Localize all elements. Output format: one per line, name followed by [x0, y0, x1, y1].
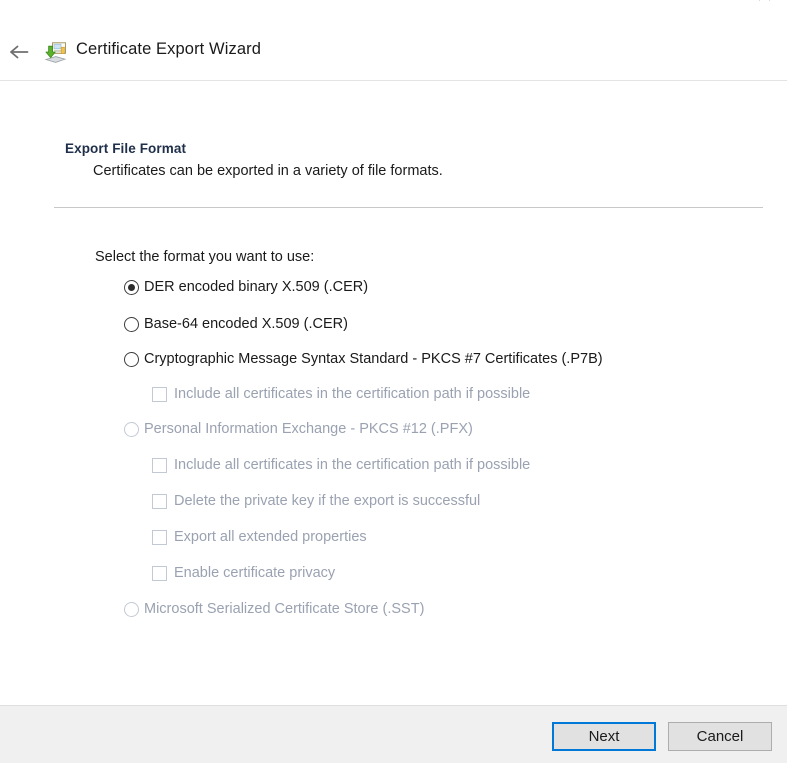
option-label: DER encoded binary X.509 (.CER) — [144, 278, 369, 295]
format-radio-row[interactable]: Base-64 encoded X.509 (.CER) — [124, 313, 348, 335]
back-arrow-icon — [8, 43, 30, 64]
option-label: Include all certificates in the certific… — [174, 456, 531, 473]
wizard-page: Export File Format Certificates can be e… — [0, 81, 787, 705]
format-prompt-label: Select the format you want to use: — [95, 249, 315, 265]
option-label: Delete the private key if the export is … — [174, 492, 481, 509]
checkbox-icon — [152, 386, 167, 402]
window-title-bar: Certificate Export Wizard — [0, 0, 787, 81]
back-button[interactable] — [2, 36, 36, 70]
checkbox-icon — [152, 529, 167, 545]
page-header: Export File Format Certificates can be e… — [65, 141, 443, 179]
format-radio-row[interactable]: Cryptographic Message Syntax Standard - … — [124, 348, 603, 370]
format-checkbox-row: Export all extended properties — [152, 526, 367, 548]
window-title: Certificate Export Wizard — [76, 40, 261, 58]
next-button[interactable]: Next — [552, 722, 656, 751]
format-radio-row: Microsoft Serialized Certificate Store (… — [124, 598, 424, 620]
option-label: Enable certificate privacy — [174, 564, 336, 581]
checkbox-icon — [152, 457, 167, 473]
format-checkbox-row: Enable certificate privacy — [152, 562, 335, 584]
dialog-footer: Next Cancel — [0, 705, 787, 763]
page-title: Export File Format — [65, 141, 187, 156]
option-label: Include all certificates in the certific… — [174, 385, 531, 402]
option-label: Base-64 encoded X.509 (.CER) — [144, 315, 348, 332]
radio-button-icon — [124, 421, 139, 437]
option-label: Microsoft Serialized Certificate Store (… — [144, 600, 425, 617]
radio-button-icon[interactable] — [124, 351, 139, 367]
checkbox-icon — [152, 565, 167, 581]
radio-button-icon[interactable] — [124, 279, 139, 295]
cancel-button[interactable]: Cancel — [668, 722, 772, 751]
close-icon — [758, 0, 771, 1]
checkbox-icon — [152, 493, 167, 509]
format-radio-row: Personal Information Exchange - PKCS #12… — [124, 418, 473, 440]
close-button[interactable] — [741, 0, 787, 10]
page-subtitle: Certificates can be exported in a variet… — [93, 163, 443, 179]
radio-button-icon — [124, 601, 139, 617]
format-checkbox-row: Include all certificates in the certific… — [152, 383, 530, 405]
option-label: Cryptographic Message Syntax Standard - … — [144, 350, 603, 367]
option-label: Export all extended properties — [174, 528, 367, 545]
format-radio-row[interactable]: DER encoded binary X.509 (.CER) — [124, 276, 368, 298]
certificate-export-icon — [44, 42, 67, 64]
option-label: Personal Information Exchange - PKCS #12… — [144, 420, 473, 437]
format-checkbox-row: Delete the private key if the export is … — [152, 490, 480, 512]
format-checkbox-row: Include all certificates in the certific… — [152, 454, 530, 476]
header-divider — [54, 207, 763, 208]
radio-button-icon[interactable] — [124, 316, 139, 332]
